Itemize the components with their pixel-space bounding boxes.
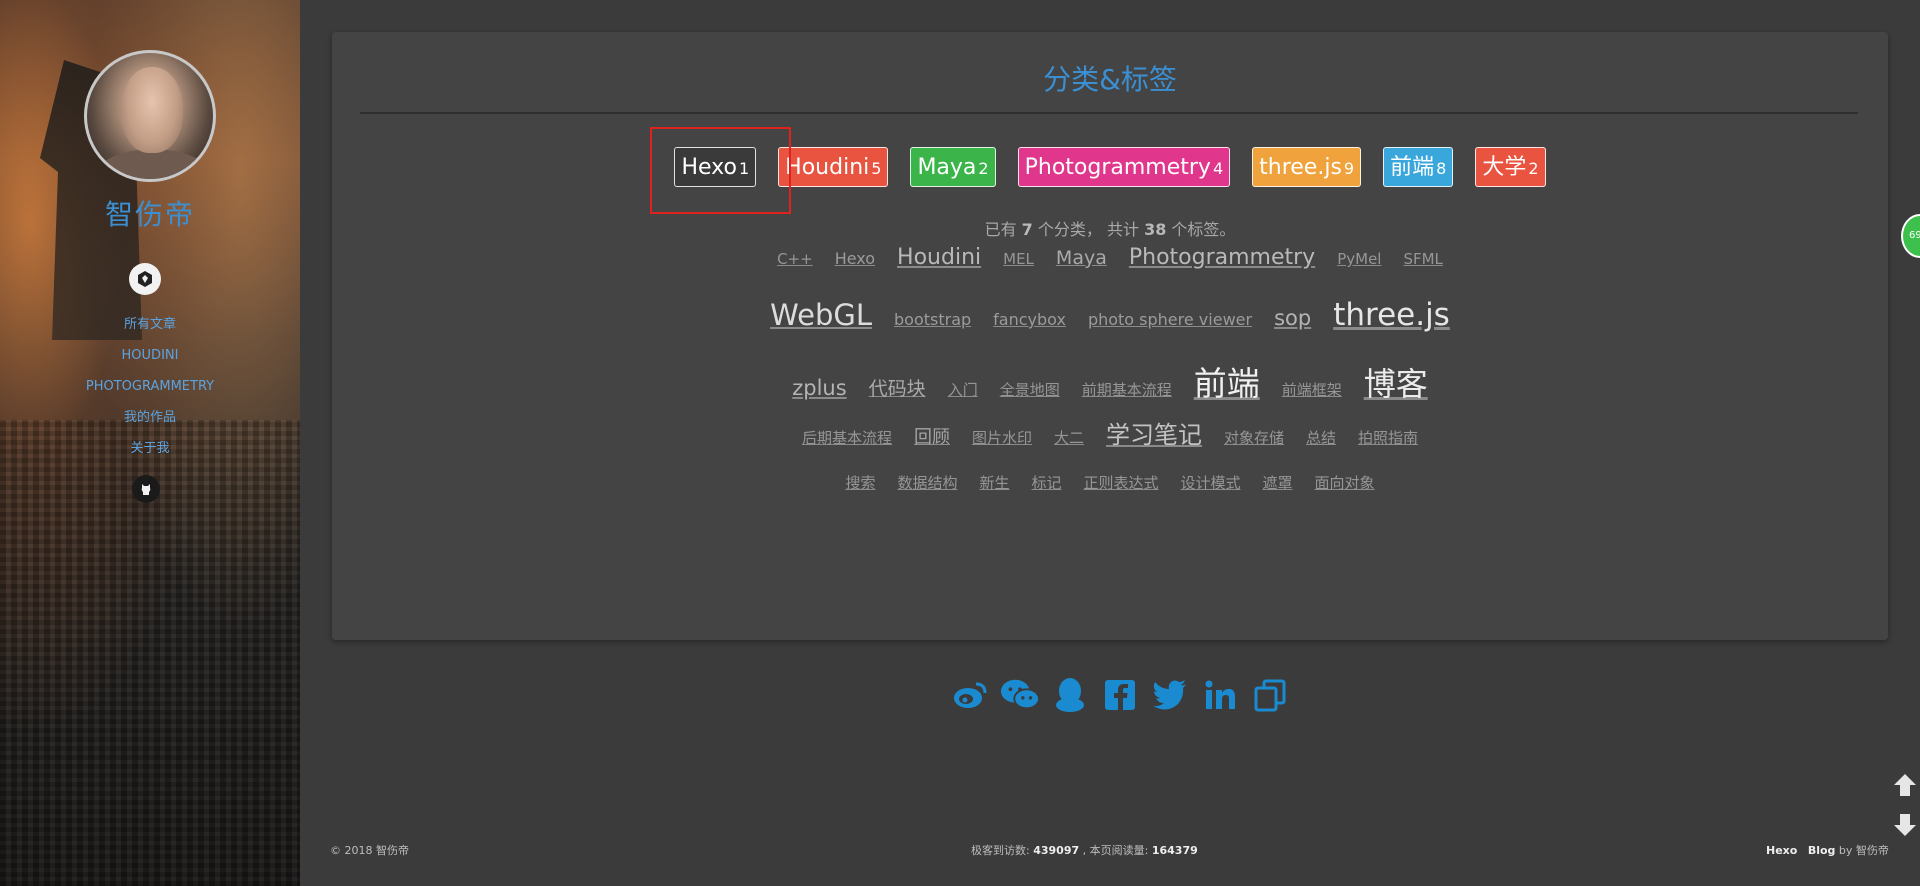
title-divider: [360, 112, 1858, 114]
footer-copyright: © 2018 智伤帝: [330, 844, 409, 857]
tag-link[interactable]: photo sphere viewer: [1088, 310, 1252, 329]
tag-link[interactable]: Maya: [1056, 247, 1107, 269]
share-icons: [950, 675, 1290, 715]
category-label: three.js: [1259, 155, 1342, 180]
tag-link[interactable]: fancybox: [993, 310, 1066, 329]
avatar[interactable]: [84, 50, 216, 182]
copy-link-icon[interactable]: [1250, 675, 1290, 715]
tag-link[interactable]: 新生: [979, 472, 1009, 493]
tag-link[interactable]: 图片水印: [972, 427, 1032, 448]
category-label: Hexo: [681, 155, 737, 180]
tag-link[interactable]: C++: [777, 250, 813, 268]
wechat-icon[interactable]: [1000, 675, 1040, 715]
facebook-icon[interactable]: [1100, 675, 1140, 715]
tag-link[interactable]: Photogrammetry: [1129, 245, 1315, 270]
tag-link[interactable]: 前端框架: [1282, 379, 1342, 400]
tag-link[interactable]: SFML: [1403, 250, 1442, 268]
tag-link[interactable]: 拍照指南: [1358, 427, 1418, 448]
sidebar-item-photogrammetry[interactable]: PHOTOGRAMMETRY: [0, 375, 300, 406]
category-list: Hexo 1 Houdini 5 Maya 2 Photogrammetry 4 three.j…: [332, 147, 1888, 187]
tag-link[interactable]: PyMel: [1337, 250, 1381, 268]
tag-link[interactable]: 前端: [1194, 357, 1260, 405]
category-count: 4: [1212, 159, 1224, 178]
tag-link[interactable]: bootstrap: [894, 310, 971, 329]
category-count: 2: [1528, 159, 1539, 178]
weibo-icon[interactable]: [950, 675, 990, 715]
tag-link[interactable]: 博客: [1364, 359, 1428, 405]
category-label: Houdini: [785, 155, 870, 180]
tag-row: WebGL bootstrap fancybox photo sphere viewe…: [332, 297, 1888, 333]
side-bubble-badge[interactable]: 69: [1901, 214, 1920, 258]
tag-link[interactable]: 入门: [948, 379, 978, 400]
tag-link[interactable]: 对象存储: [1224, 427, 1284, 448]
footer-blog-link[interactable]: Blog: [1808, 844, 1836, 857]
tag-row: zplus 代码块 入门 全景地图 前期基本流程 前端 前端框架 博客: [332, 357, 1888, 405]
category-badge[interactable]: Hexo 1: [674, 147, 757, 187]
category-badge[interactable]: 前端 8: [1383, 147, 1454, 187]
site-name[interactable]: 智伤帝: [0, 193, 300, 233]
footer-hexo-link[interactable]: Hexo: [1766, 844, 1797, 857]
sidebar: 智伤帝 所有文章 HOUDINI PHOTOGRAMMETRY 我的作品 关于我: [0, 0, 300, 886]
scroll-up-arrow-icon[interactable]: [1892, 772, 1918, 798]
category-label: 前端: [1390, 155, 1435, 180]
category-badge[interactable]: 大学 2: [1475, 147, 1546, 187]
tag-link[interactable]: zplus: [792, 376, 846, 400]
tag-link[interactable]: 大二: [1054, 427, 1084, 448]
tag-link[interactable]: 设计模式: [1181, 472, 1241, 493]
category-count: 5: [871, 159, 882, 178]
tag-link[interactable]: 代码块: [869, 374, 926, 401]
tag-link[interactable]: WebGL: [770, 298, 872, 332]
linkedin-icon[interactable]: [1200, 675, 1240, 715]
github-icon[interactable]: [132, 475, 160, 503]
categories-tags-card: 分类&标签 Hexo 1 Houdini 5 Maya 2 Photogrammetry 4 t…: [332, 32, 1888, 640]
tag-link[interactable]: 前期基本流程: [1082, 379, 1172, 400]
sidebar-item-about[interactable]: 关于我: [0, 437, 300, 468]
sidebar-item-my-works[interactable]: 我的作品: [0, 406, 300, 437]
tag-link[interactable]: 遮罩: [1263, 472, 1293, 493]
tag-link[interactable]: 正则表达式: [1084, 472, 1159, 493]
scroll-down-arrow-icon[interactable]: [1892, 812, 1918, 838]
tag-link[interactable]: 搜索: [845, 472, 875, 493]
qq-icon[interactable]: [1050, 675, 1090, 715]
twitter-icon[interactable]: [1150, 675, 1190, 715]
category-badge[interactable]: Maya 2: [910, 147, 996, 187]
summary-text: 已有 7 个分类， 共计 38 个标签。: [984, 220, 1236, 239]
tag-link[interactable]: 全景地图: [1000, 379, 1060, 400]
footer-powered-by: Hexo Blog by 智伤帝: [1766, 844, 1889, 857]
sidebar-item-all-posts[interactable]: 所有文章: [0, 313, 300, 344]
category-label: Photogrammetry: [1024, 155, 1211, 180]
tag-link[interactable]: Houdini: [897, 245, 981, 270]
footer-stats: 极客到访数: 439097 , 本页阅读量: 164379: [971, 844, 1198, 857]
sidebar-item-houdini[interactable]: HOUDINI: [0, 344, 300, 375]
tag-row: C++ Hexo Houdini MEL Maya Photogrammetry PyMel…: [332, 245, 1888, 270]
tag-link[interactable]: 标记: [1031, 472, 1061, 493]
tag-link[interactable]: Hexo: [835, 249, 875, 268]
tag-link[interactable]: 数据结构: [897, 472, 957, 493]
tag-link[interactable]: 总结: [1306, 427, 1336, 448]
category-count: 1: [738, 159, 750, 178]
page-title: 分类&标签: [1043, 63, 1177, 96]
tag-link[interactable]: 学习笔记: [1106, 415, 1202, 450]
category-count: 9: [1343, 159, 1355, 178]
category-badge[interactable]: three.js 9: [1252, 147, 1362, 187]
tag-row: 后期基本流程 回顾 图片水印 大二 学习笔记 对象存储 总结 拍照指南: [332, 415, 1888, 450]
tag-link[interactable]: 回顾: [914, 423, 950, 449]
category-label: 大学: [1482, 155, 1527, 180]
category-count: 8: [1436, 159, 1447, 178]
tag-row: 搜索 数据结构 新生 标记 正则表达式 设计模式 遮罩 面向对象: [332, 472, 1888, 493]
category-label: Maya: [917, 155, 977, 180]
category-badge[interactable]: Houdini 5: [778, 147, 889, 187]
tag-link[interactable]: 后期基本流程: [802, 427, 892, 448]
category-badge[interactable]: Photogrammetry 4: [1017, 147, 1231, 187]
tag-link[interactable]: sop: [1274, 306, 1311, 330]
category-count: 2: [978, 159, 989, 178]
tag-link[interactable]: MEL: [1003, 250, 1034, 268]
tag-link[interactable]: 面向对象: [1315, 472, 1375, 493]
hexo-logo-icon[interactable]: [129, 263, 161, 295]
tag-link[interactable]: three.js: [1333, 297, 1450, 333]
sidebar-nav: 所有文章 HOUDINI PHOTOGRAMMETRY 我的作品 关于我: [0, 313, 300, 468]
